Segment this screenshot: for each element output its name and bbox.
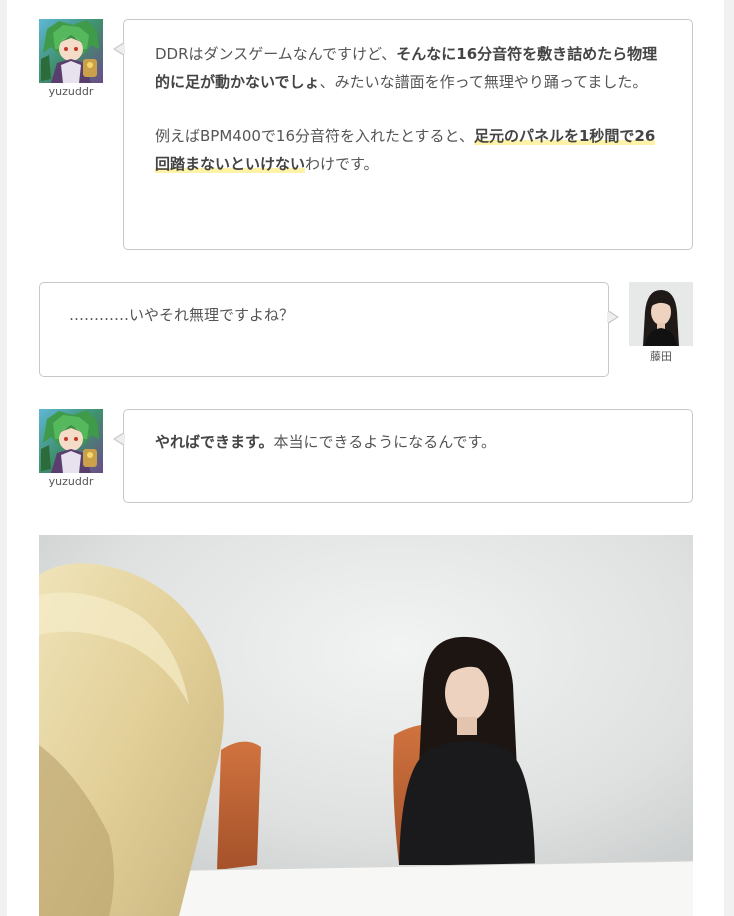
speaker-avatar: yuzuddr: [39, 19, 103, 98]
speaker-avatar: yuzuddr: [39, 409, 103, 488]
bubble-paragraph: 例えばBPM400で16分音符を入れたとすると、足元のパネルを1秒間で26回踏ま…: [155, 123, 664, 178]
text-span: 例えばBPM400で16分音符を入れたとすると、: [155, 127, 474, 145]
bubble-paragraph: …………いやそれ無理ですよね？: [69, 306, 295, 324]
text-span: 本当にできるようになるんです。: [273, 433, 496, 451]
speaker-name: yuzuddr: [48, 85, 94, 98]
speech-bubble: やればできます。本当にできるようになるんです。: [113, 409, 693, 503]
bold-text: やればできます。: [155, 433, 274, 451]
text-span: わけです。: [305, 154, 379, 173]
chat-message-fujita: …………いやそれ無理ですよね？ 藤田: [7, 272, 724, 382]
speaker-name: 藤田: [650, 350, 672, 363]
article-content: yuzuddr DDRはダンスゲームなんですけど、そんなに16分音符を敷き詰めた…: [7, 0, 724, 916]
chat-message-yuzuddr-2: yuzuddr やればできます。本当にできるようになるんです。: [7, 400, 724, 510]
bubble-paragraph: やればできます。本当にできるようになるんです。: [155, 429, 664, 457]
speaker-avatar: 藤田: [629, 282, 693, 364]
text-span: DDRはダンスゲームなんですけど、: [155, 45, 397, 63]
yuzuddr-avatar-icon: [39, 409, 103, 473]
speech-bubble: …………いやそれ無理ですよね？: [39, 282, 619, 377]
yuzuddr-avatar-icon: [39, 19, 103, 83]
bubble-paragraph: DDRはダンスゲームなんですけど、そんなに16分音符を敷き詰めたら物理的に足が動…: [155, 41, 664, 96]
chat-message-yuzuddr-1: yuzuddr DDRはダンスゲームなんですけど、そんなに16分音符を敷き詰めた…: [7, 0, 724, 260]
text-span: 、みたいな譜面を作って無理やり踊ってました。: [319, 72, 648, 91]
fujita-avatar-icon: [629, 282, 693, 346]
speaker-name: yuzuddr: [48, 475, 94, 488]
interview-photo: [39, 535, 693, 916]
speech-bubble: DDRはダンスゲームなんですけど、そんなに16分音符を敷き詰めたら物理的に足が動…: [113, 19, 693, 250]
